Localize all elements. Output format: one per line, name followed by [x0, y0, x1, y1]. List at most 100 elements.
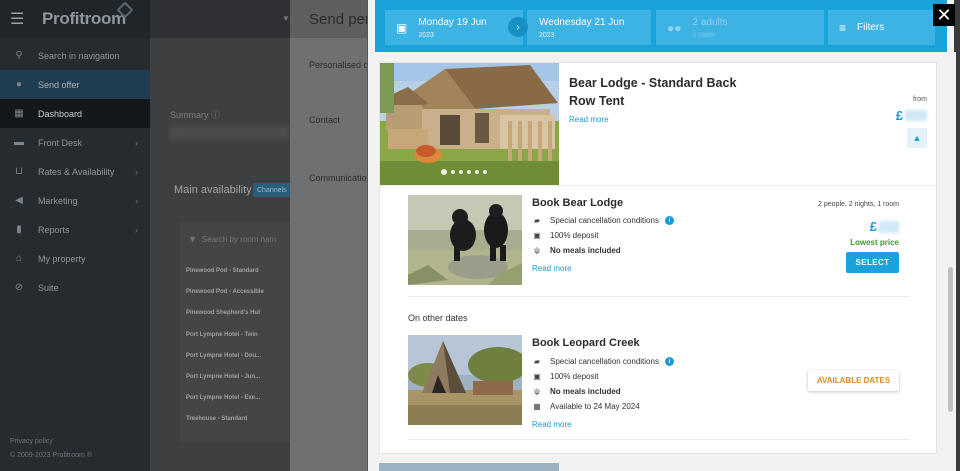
fork-knife-icon: ψ	[534, 246, 540, 255]
room-row[interactable]: Port Lympne Hotel - Jun...	[186, 374, 260, 380]
checkin-year: 2023	[418, 31, 434, 39]
offer2-read-more-link[interactable]: Read more	[532, 420, 572, 429]
room-search[interactable]: ▼ Search by room nam	[188, 234, 276, 244]
currency-symbol: £	[869, 219, 877, 234]
privacy-link[interactable]: Privacy policy	[10, 435, 92, 449]
scrollbar-thumb[interactable]	[948, 267, 953, 412]
rooms-count: 1 room	[692, 31, 715, 39]
filter-lines-icon: ≡	[839, 20, 847, 35]
sidebar-item-my-property[interactable]: ⌂ My property	[0, 244, 150, 273]
cart-icon: ⊔	[15, 166, 23, 177]
feature-label: No meals included	[550, 387, 621, 396]
room-search-placeholder: Search by room nam	[201, 234, 277, 244]
summary-value	[170, 126, 290, 140]
sidebar-item-send-offer[interactable]: ● Send offer	[0, 70, 150, 99]
sidebar-item-rates[interactable]: ⊔ Rates & Availability ›	[0, 157, 150, 186]
lowest-price-label: Lowest price	[850, 238, 899, 247]
copyright: © 2009-2023 Profitroom ®	[10, 452, 92, 459]
filter-icon: ▼	[188, 234, 197, 244]
channels-button[interactable]: Channels	[253, 183, 293, 197]
sidebar-item-reports[interactable]: ▮ Reports ›	[0, 215, 150, 244]
sidebar-item-marketing[interactable]: ◀ Marketing ›	[0, 186, 150, 215]
room-row[interactable]: Port Lympne Hotel - Exe...	[186, 395, 260, 401]
sidebar-item-label: Dashboard	[38, 108, 83, 119]
chevron-right-icon: ›	[135, 195, 138, 206]
feature-cancellation: ▰ Special cancellation conditions i	[532, 357, 674, 366]
room-row[interactable]: Pinewood Pod - Accessible	[186, 289, 264, 295]
room-row[interactable]: Pinewood Shepherd's Hut	[186, 310, 260, 316]
checkin-date-picker[interactable]: ▣ Monday 19 Jun 2023	[385, 10, 523, 45]
next-room-card-peek[interactable]	[379, 463, 559, 471]
sidebar-item-label: Front Desk	[38, 137, 83, 148]
booking-search-bar: ▣ Monday 19 Jun 2023 Wednesday 21 Jun 20…	[375, 0, 947, 52]
collapse-button[interactable]: ▲	[907, 128, 927, 148]
room-row[interactable]: Port Lympne Hotel - Twin	[186, 332, 258, 338]
background-topbar	[150, 0, 290, 38]
currency-symbol: £	[895, 108, 903, 123]
available-dates-button[interactable]: AVAILABLE DATES	[808, 370, 899, 391]
send-offer-panel: Send pers Personalised o Contact Communi…	[290, 0, 378, 471]
menu-icon[interactable]: ☰	[10, 9, 30, 29]
guests-count: 2 adults	[692, 16, 728, 28]
offer-read-more-link[interactable]: Read more	[532, 264, 572, 273]
fork-knife-icon: ψ	[534, 387, 540, 396]
carousel-dots[interactable]	[441, 169, 487, 175]
logo: Profitroom	[42, 9, 126, 28]
checkout-date-picker[interactable]: Wednesday 21 Jun 2023	[527, 10, 651, 45]
occupancy-text: 2 people, 2 nights, 1 room	[818, 201, 899, 208]
home-icon: ⌂	[15, 253, 23, 264]
send-panel-header: Send pers	[290, 0, 378, 38]
room-row[interactable]: Treehouse - Standard	[186, 416, 247, 422]
filters-label: Filters	[857, 22, 885, 33]
room-read-more-link[interactable]: Read more	[569, 115, 609, 124]
close-button[interactable]: ✕	[933, 4, 955, 26]
sidebar-search[interactable]: ⚲ Search in navigation	[0, 41, 150, 70]
sidebar-item-dashboard[interactable]: ▦ Dashboard	[0, 99, 150, 128]
sidebar-item-front-desk[interactable]: ▬ Front Desk ›	[0, 128, 150, 157]
leopard-creek-photo[interactable]	[408, 335, 522, 425]
room-row[interactable]: Pinewood Pod - Standard	[186, 268, 259, 274]
sidebar: ☰ Profitroom ⚲ Search in navigation ● Se…	[0, 0, 150, 471]
sidebar-item-label: Send offer	[38, 79, 80, 90]
feature-deposit: ▣ 100% deposit	[532, 231, 598, 240]
chevron-down-icon: ▼	[282, 14, 290, 23]
feature-meals: ψ No meals included	[532, 387, 621, 396]
bear-photo[interactable]	[408, 195, 522, 285]
main-availability-heading: Main availability	[174, 184, 252, 196]
select-button[interactable]: SELECT	[846, 252, 899, 273]
suite-icon: ⊘	[14, 282, 24, 293]
info-icon[interactable]: i	[664, 357, 674, 366]
guests-picker[interactable]: ●● 2 adults 1 room	[656, 10, 824, 45]
send-row-personalised: Personalised o	[309, 60, 369, 70]
modal-scrollbar[interactable]	[946, 52, 956, 471]
calendar-icon: ▦	[533, 402, 541, 411]
calendar-icon: ▣	[396, 20, 408, 35]
send-row-communication: Communication	[309, 173, 372, 183]
room-photo[interactable]	[380, 63, 559, 185]
sidebar-header: ☰ Profitroom	[0, 0, 150, 38]
room-row[interactable]: Port Lympne Hotel - Dou...	[186, 353, 261, 359]
summary-label: Summary ⓘ	[170, 110, 221, 120]
feature-label: Available to 24 May 2024	[550, 402, 640, 411]
sidebar-item-label: Rates & Availability	[38, 166, 115, 177]
sidebar-item-label: Marketing	[38, 195, 78, 206]
feature-meals: ψ No meals included	[532, 246, 621, 255]
sidebar-item-label: Reports	[38, 224, 70, 235]
feature-availability: ▦ Available to 24 May 2024	[532, 402, 640, 411]
sidebar-item-label: My property	[38, 253, 86, 264]
bears-image	[408, 195, 522, 285]
checkout-year: 2023	[539, 31, 555, 39]
checkout-date: Wednesday 21 Jun	[539, 16, 625, 28]
sidebar-item-suite[interactable]: ⊘ Suite	[0, 273, 150, 302]
price-value-blurred	[879, 220, 899, 233]
filters-button[interactable]: ≡ Filters	[828, 10, 935, 45]
info-icon[interactable]: i	[664, 216, 674, 225]
chart-icon: ▮	[16, 224, 22, 235]
price-value-blurred	[905, 110, 927, 121]
offer-title: Book Bear Lodge	[532, 197, 624, 209]
divider	[380, 185, 936, 186]
chevron-up-icon: ▲	[912, 133, 922, 143]
tent-lodge-image	[380, 63, 559, 185]
room-list: ▼ Search by room nam Pinewood Pod - Stan…	[180, 222, 295, 442]
feature-label: 100% deposit	[550, 372, 599, 381]
